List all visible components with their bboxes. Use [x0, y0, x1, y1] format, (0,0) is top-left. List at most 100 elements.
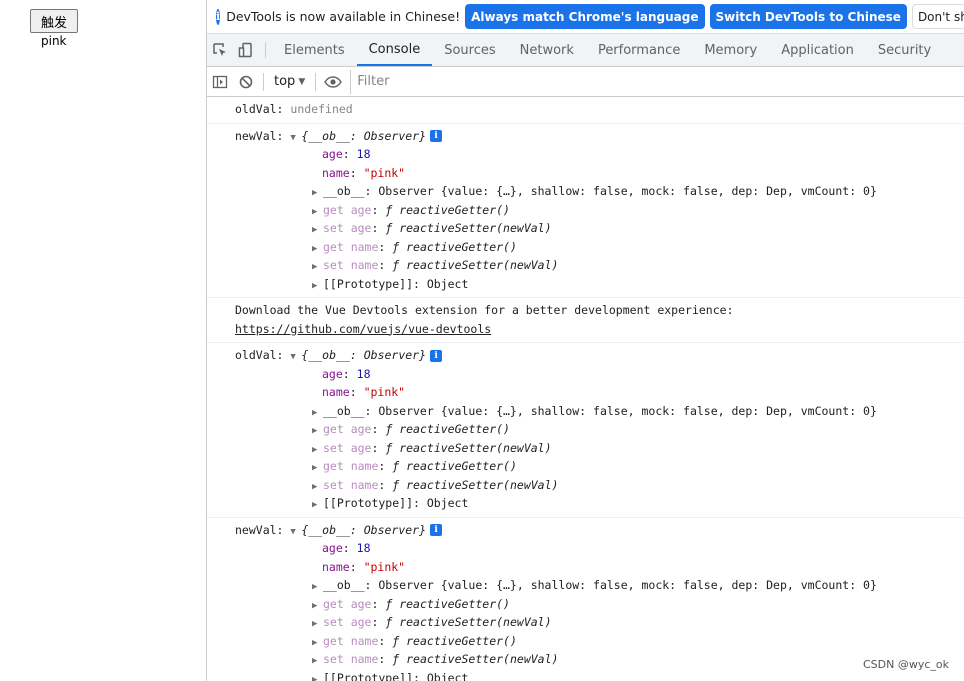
setter-fn: reactiveSetter(newVal) — [406, 477, 559, 492]
expand-triangle-icon[interactable]: ▶ — [312, 258, 323, 277]
prop-key: name — [322, 559, 350, 574]
getter-key[interactable]: get age — [323, 203, 371, 217]
inspect-element-icon[interactable] — [207, 34, 233, 66]
language-infobar: i DevTools is now available in Chinese! … — [207, 0, 964, 34]
expand-triangle-icon[interactable]: ▼ — [290, 523, 301, 542]
prop-value: 18 — [356, 147, 371, 161]
tab-memory[interactable]: Memory — [692, 34, 769, 66]
getter-key[interactable]: get age — [323, 597, 371, 611]
object-summary[interactable]: {__ob__: Observer} — [301, 348, 426, 362]
console-toolbar: top ▼ — [207, 67, 964, 97]
setter-fn: reactiveSetter(newVal) — [406, 258, 559, 272]
tab-console[interactable]: Console — [356, 34, 433, 66]
expand-triangle-icon[interactable]: ▶ — [312, 671, 323, 681]
tab-security[interactable]: Security — [866, 34, 943, 66]
devtools-link[interactable]: https://github.com/vuejs/vue-devtools — [235, 322, 491, 336]
expand-triangle-icon[interactable]: ▶ — [312, 615, 323, 634]
console-message: oldVal: undefined — [207, 97, 964, 124]
setter-fn: reactiveSetter(newVal) — [406, 652, 559, 666]
getter-fn: reactiveGetter() — [406, 633, 517, 648]
trigger-button[interactable]: 触发 — [30, 9, 78, 33]
sidebar-toggle-icon[interactable] — [207, 67, 233, 96]
toolbar-separator — [263, 72, 264, 91]
expand-triangle-icon[interactable]: ▶ — [312, 459, 323, 478]
getter-fn: reactiveGetter() — [406, 459, 517, 473]
object-summary[interactable]: {__ob__: Observer} — [301, 129, 426, 143]
prop-value: "pink" — [363, 165, 406, 180]
setter-key[interactable]: set age — [323, 441, 371, 455]
getter-key[interactable]: get name — [323, 634, 378, 648]
tab-elements[interactable]: Elements — [272, 34, 357, 66]
prototype-line[interactable]: [[Prototype]]: Object — [323, 277, 468, 291]
console-message: newVal: ▼ {__ob__: Observer} i age: 18 nam… — [207, 518, 964, 681]
getter-fn: reactiveGetter() — [399, 596, 510, 611]
info-badge-icon[interactable]: i — [430, 524, 443, 536]
tab-application[interactable]: Application — [769, 34, 866, 66]
devtools-tabbar: Elements Console Sources Network Perform… — [207, 34, 964, 67]
context-selector[interactable]: top ▼ — [268, 74, 311, 89]
getter-fn: reactiveGetter() — [399, 202, 510, 217]
info-icon: i — [216, 8, 221, 25]
eye-icon[interactable] — [320, 67, 346, 96]
prop-key: age — [322, 541, 343, 555]
getter-fn: reactiveGetter() — [406, 239, 517, 254]
dont-show-button[interactable]: Don't show — [911, 4, 964, 29]
infobar-message: DevTools is now available in Chinese! — [226, 9, 461, 24]
setter-fn: reactiveSetter(newVal) — [399, 615, 552, 629]
ob-line[interactable]: __ob__: Observer {value: {…}, shallow: f… — [323, 184, 877, 198]
object-summary[interactable]: {__ob__: Observer} — [301, 523, 426, 537]
tab-network[interactable]: Network — [508, 34, 586, 66]
page-area: 触发 pink — [0, 0, 206, 681]
prototype-line[interactable]: [[Prototype]]: Object — [323, 496, 468, 510]
expand-triangle-icon[interactable]: ▶ — [312, 277, 323, 296]
filter-input[interactable] — [350, 69, 720, 94]
message-value: undefined — [290, 102, 353, 116]
info-badge-icon[interactable]: i — [430, 130, 443, 142]
setter-key[interactable]: set name — [323, 478, 378, 492]
ob-line[interactable]: __ob__: Observer {value: {…}, shallow: f… — [323, 404, 877, 418]
tab-performance[interactable]: Performance — [586, 34, 692, 66]
console-message: Download the Vue Devtools extension for … — [207, 298, 964, 343]
caret-down-icon: ▼ — [298, 76, 306, 87]
expand-triangle-icon[interactable]: ▶ — [312, 578, 323, 597]
prototype-line[interactable]: [[Prototype]]: Object — [323, 671, 468, 681]
context-label: top — [274, 74, 296, 89]
expand-triangle-icon[interactable]: ▶ — [312, 496, 323, 515]
expand-triangle-icon[interactable]: ▼ — [290, 129, 301, 148]
prop-key: age — [322, 147, 343, 161]
switch-to-chinese-button[interactable]: Switch DevTools to Chinese — [709, 4, 907, 29]
toolbar-separator — [315, 72, 317, 91]
clear-console-icon[interactable] — [233, 67, 259, 96]
setter-key[interactable]: set name — [323, 652, 378, 666]
setter-fn: reactiveSetter(newVal) — [399, 440, 552, 455]
prop-key: age — [322, 366, 343, 381]
expand-triangle-icon[interactable]: ▶ — [312, 422, 323, 441]
always-match-language-button[interactable]: Always match Chrome's language — [465, 4, 705, 29]
console-output: oldVal: undefined newVal: ▼ {__ob__: Obse… — [207, 97, 964, 681]
prop-value: "pink" — [363, 559, 406, 574]
expand-triangle-icon[interactable]: ▶ — [312, 652, 323, 671]
message-label: oldVal: — [235, 348, 284, 362]
getter-key[interactable]: get name — [323, 459, 378, 473]
download-message: Download the Vue Devtools extension for … — [235, 303, 734, 317]
message-label: newVal: — [235, 522, 284, 537]
getter-key[interactable]: get name — [323, 240, 378, 254]
getter-key[interactable]: get age — [323, 422, 371, 436]
setter-key[interactable]: set name — [323, 258, 378, 272]
console-message: newVal: ▼ {__ob__: Observer} i age: 18 nam… — [207, 124, 964, 298]
prop-value: 18 — [356, 541, 371, 555]
tab-sources[interactable]: Sources — [432, 34, 507, 66]
device-toolbar-icon[interactable] — [233, 34, 259, 66]
message-label: newVal: — [235, 128, 284, 143]
console-message: oldVal: ▼ {__ob__: Observer} i age: 18 nam… — [207, 343, 964, 518]
expand-triangle-icon[interactable]: ▶ — [312, 184, 323, 203]
expand-triangle-icon[interactable]: ▶ — [312, 221, 323, 240]
ob-line[interactable]: __ob__: Observer {value: {…}, shallow: f… — [323, 578, 877, 592]
getter-fn: reactiveGetter() — [399, 422, 510, 436]
setter-key[interactable]: set age — [323, 221, 371, 235]
setter-key[interactable]: set age — [323, 615, 371, 629]
prop-value: "pink" — [363, 385, 406, 399]
expand-triangle-icon[interactable]: ▼ — [290, 348, 301, 367]
watermark: CSDN @wyc_ok — [862, 658, 949, 671]
info-badge-icon[interactable]: i — [430, 349, 443, 362]
